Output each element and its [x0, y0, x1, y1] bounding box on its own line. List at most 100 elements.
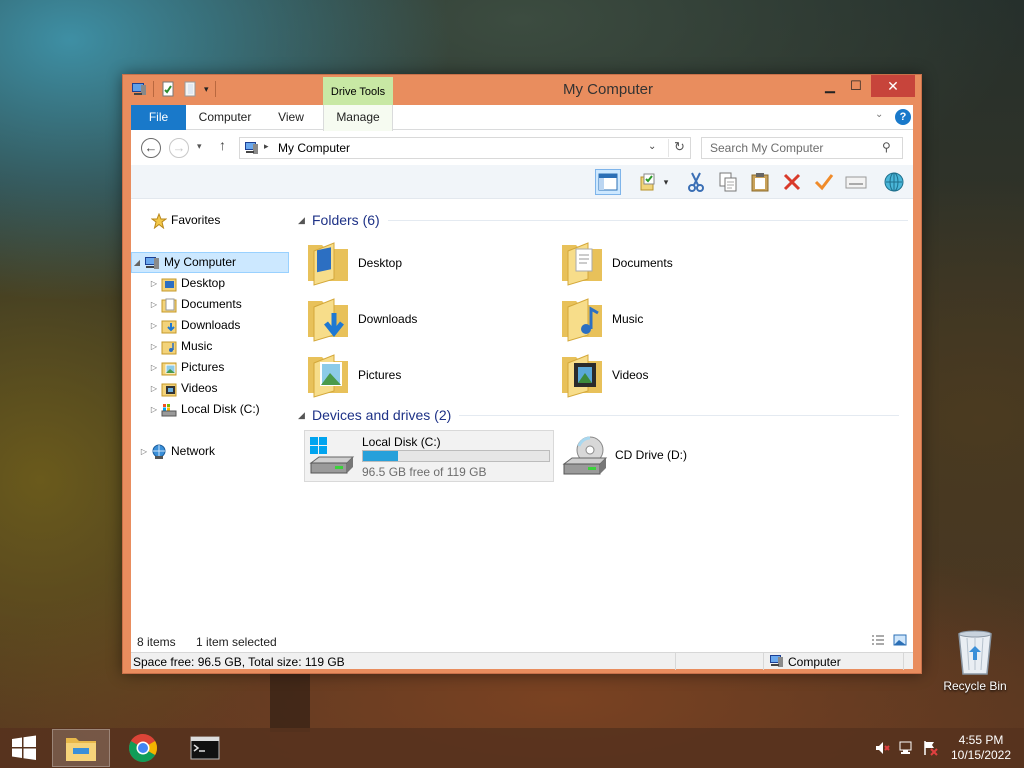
explorer-window: ▾ Drive Tools My Computer ▁ ☐ ✕ File Com…	[122, 74, 922, 674]
drive-tile-cd[interactable]: CD Drive (D:)	[558, 430, 798, 482]
expand-icon[interactable]: ▷	[149, 294, 159, 315]
tab-manage[interactable]: Manage	[323, 105, 393, 131]
forward-button[interactable]: →	[169, 138, 189, 158]
start-button[interactable]	[0, 729, 48, 767]
breadcrumb[interactable]: My Computer	[278, 141, 350, 155]
nav-pictures[interactable]: ▷ Pictures	[149, 357, 224, 378]
network-status-icon[interactable]	[898, 740, 914, 756]
globe-icon	[884, 172, 904, 192]
expand-icon[interactable]: ▷	[149, 315, 159, 336]
quick-access-toolbar: ▾	[131, 81, 216, 97]
nav-downloads[interactable]: ▷ Downloads	[149, 315, 240, 336]
search-input[interactable]	[702, 138, 872, 158]
nav-label: Pictures	[181, 360, 225, 374]
address-dropdown-icon[interactable]: ⌄	[648, 141, 656, 152]
tab-computer[interactable]: Computer	[193, 105, 257, 130]
customize-qat-icon[interactable]: ▾	[204, 84, 209, 95]
cut-button[interactable]	[683, 169, 709, 195]
taskbar-chrome[interactable]	[114, 729, 172, 767]
collapse-icon[interactable]: ◢	[132, 252, 142, 273]
keyboard-button[interactable]	[843, 169, 869, 195]
close-button[interactable]: ✕	[871, 75, 915, 97]
tab-view[interactable]: View	[269, 105, 313, 130]
computer-icon	[770, 655, 783, 667]
delete-button[interactable]	[779, 169, 805, 195]
music-folder-icon	[161, 341, 177, 354]
system-clock[interactable]: 4:55 PM 10/15/2022	[948, 733, 1014, 763]
volume-muted-icon[interactable]	[874, 740, 890, 756]
help-icon[interactable]: ?	[895, 109, 911, 125]
nav-desktop[interactable]: ▷ Desktop	[149, 273, 225, 294]
drive-tile-local-disk[interactable]: Local Disk (C:) 96.5 GB free of 119 GB	[304, 430, 554, 482]
drive-free-space: 96.5 GB free of 119 GB	[362, 465, 487, 479]
preview-pane-button[interactable]	[595, 169, 621, 195]
folder-tile-desktop[interactable]: Desktop	[304, 236, 544, 290]
details-view-icon[interactable]	[871, 634, 885, 646]
videos-folder-icon	[562, 354, 602, 398]
minimize-button[interactable]: ▁	[817, 75, 843, 97]
action-center-icon[interactable]	[922, 740, 938, 756]
nav-documents[interactable]: ▷ Documents	[149, 294, 242, 315]
expand-ribbon-icon[interactable]: ⌄	[875, 109, 883, 120]
nav-label: Videos	[181, 381, 218, 395]
nav-network[interactable]: ▷ Network	[139, 441, 215, 462]
nav-videos[interactable]: ▷ Videos	[149, 378, 217, 399]
drive-usage-fill	[363, 451, 399, 461]
expand-icon[interactable]: ▷	[149, 273, 159, 294]
search-icon[interactable]: ⚲	[882, 140, 891, 154]
folders-group-header[interactable]: ◢ Folders (6)	[298, 210, 908, 230]
expand-icon[interactable]: ▷	[149, 336, 159, 357]
cd-drive-icon	[562, 436, 608, 475]
recycle-bin-icon	[958, 630, 992, 675]
expand-icon[interactable]: ▷	[149, 399, 159, 420]
folder-tile-documents[interactable]: Documents	[558, 236, 798, 290]
properties-icon	[640, 173, 655, 191]
back-button[interactable]: ←	[141, 138, 161, 158]
desktop-icon-recycle-bin[interactable]: Recycle Bin	[942, 630, 1008, 693]
taskbar-file-explorer[interactable]	[52, 729, 110, 767]
maximize-button[interactable]: ☐	[843, 75, 869, 97]
recycle-bin-label: Recycle Bin	[943, 679, 1007, 693]
new-folder-icon[interactable]	[182, 81, 198, 97]
cut-icon	[688, 172, 704, 192]
map-network-button[interactable]	[881, 169, 907, 195]
expand-icon[interactable]: ▷	[149, 357, 159, 378]
collapse-group-icon[interactable]: ◢	[298, 215, 312, 226]
nav-my-computer[interactable]: ◢ My Computer	[131, 252, 289, 273]
address-bar[interactable]: ▸ My Computer ⌄ ↻	[239, 137, 691, 159]
folder-tile-downloads[interactable]: Downloads	[304, 292, 544, 346]
folder-tile-pictures[interactable]: Pictures	[304, 348, 544, 402]
title-bar[interactable]: ▾ Drive Tools My Computer ▁ ☐ ✕	[123, 75, 921, 105]
windows-logo-icon	[12, 735, 36, 760]
recent-locations-icon[interactable]: ▾	[197, 141, 202, 152]
collapse-group-icon[interactable]: ◢	[298, 410, 312, 421]
copy-button[interactable]	[715, 169, 741, 195]
tab-file[interactable]: File	[131, 105, 186, 130]
properties-button[interactable]	[635, 169, 661, 195]
properties-dropdown[interactable]: ▾	[659, 169, 673, 195]
clock-date: 10/15/2022	[950, 748, 1012, 762]
documents-folder-icon	[562, 242, 602, 286]
ribbon-tabs: File Computer View Manage ⌄ ?	[131, 105, 913, 131]
nav-local-disk[interactable]: ▷ Local Disk (C:)	[149, 399, 260, 420]
rename-button[interactable]	[811, 169, 837, 195]
taskbar-command-prompt[interactable]	[176, 729, 234, 767]
nav-favorites[interactable]: Favorites	[139, 210, 220, 231]
up-button[interactable]: ↑	[219, 137, 226, 153]
paste-button[interactable]	[747, 169, 773, 195]
clock-time: 4:55 PM	[958, 733, 1004, 747]
computer-icon[interactable]	[131, 81, 147, 97]
refresh-button[interactable]: ↻	[668, 139, 690, 157]
pictures-folder-icon	[308, 354, 348, 398]
drives-group-header[interactable]: ◢ Devices and drives (2)	[298, 405, 900, 425]
folder-tile-music[interactable]: Music	[558, 292, 798, 346]
properties-icon[interactable]	[160, 81, 176, 97]
large-icons-view-icon[interactable]	[893, 634, 907, 646]
nav-music[interactable]: ▷ Music	[149, 336, 212, 357]
expand-icon[interactable]: ▷	[149, 378, 159, 399]
breadcrumb-arrow-icon[interactable]: ▸	[264, 141, 269, 152]
folder-tile-videos[interactable]: Videos	[558, 348, 798, 402]
search-box[interactable]: ⚲	[701, 137, 903, 159]
expand-icon[interactable]: ▷	[139, 441, 149, 462]
downloads-folder-icon	[308, 298, 348, 342]
